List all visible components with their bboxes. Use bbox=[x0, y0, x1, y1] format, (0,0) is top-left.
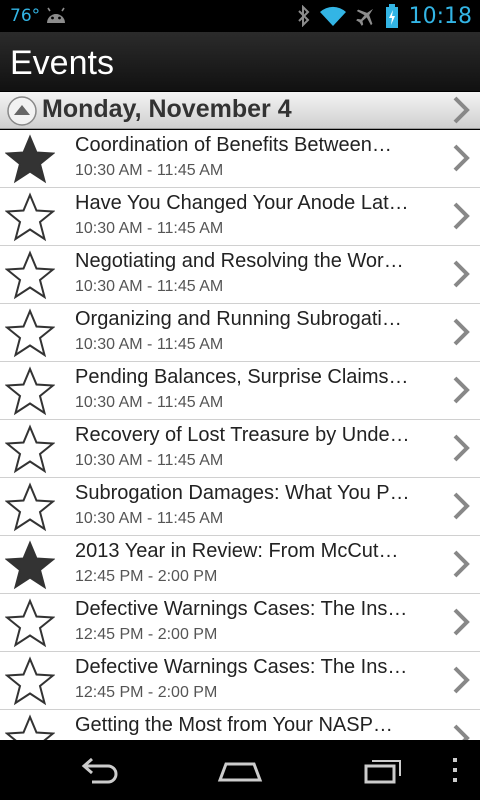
chevron-right-icon bbox=[453, 608, 470, 636]
chevron-right-icon bbox=[453, 202, 470, 230]
home-icon[interactable] bbox=[216, 754, 264, 786]
event-time: 12:45 PM - 2:00 PM bbox=[75, 626, 218, 643]
event-time: 12:45 PM - 2:00 PM bbox=[75, 568, 218, 585]
star-outline-icon[interactable] bbox=[5, 424, 55, 474]
event-row[interactable]: Pending Balances, Surprise Claims… 10:30… bbox=[0, 362, 480, 420]
chevron-right-icon bbox=[453, 318, 470, 346]
chevron-right-icon bbox=[453, 260, 470, 288]
chevron-right-icon bbox=[453, 550, 470, 578]
chevron-right-icon bbox=[453, 666, 470, 694]
event-time: 10:30 AM - 11:45 AM bbox=[75, 278, 224, 295]
page-title: Events bbox=[10, 44, 114, 82]
event-title: Pending Balances, Surprise Claims… bbox=[75, 366, 409, 388]
event-time: 12:45 PM - 2:00 PM bbox=[75, 684, 218, 701]
star-filled-icon[interactable] bbox=[5, 540, 55, 590]
star-outline-icon[interactable] bbox=[5, 656, 55, 706]
event-title: Have You Changed Your Anode Lat… bbox=[75, 192, 409, 214]
star-outline-icon[interactable] bbox=[5, 714, 55, 740]
event-time: 10:30 AM - 11:45 AM bbox=[75, 510, 224, 527]
star-outline-icon[interactable] bbox=[5, 598, 55, 648]
event-title: Negotiating and Resolving the Wor… bbox=[75, 250, 404, 272]
android-icon bbox=[47, 7, 65, 23]
event-title: Defective Warnings Cases: The Ins… bbox=[75, 598, 408, 620]
airplane-mode-icon bbox=[355, 8, 373, 26]
star-outline-icon[interactable] bbox=[5, 308, 55, 358]
chevron-right-icon bbox=[453, 434, 470, 462]
event-title: 2013 Year in Review: From McCut… bbox=[75, 540, 399, 562]
collapse-section-icon[interactable] bbox=[6, 95, 38, 127]
star-outline-icon[interactable] bbox=[5, 482, 55, 532]
event-row[interactable]: Subrogation Damages: What You P… 10:30 A… bbox=[0, 478, 480, 536]
event-row[interactable]: Negotiating and Resolving the Wor… 10:30… bbox=[0, 246, 480, 304]
event-title: Getting the Most from Your NASP… bbox=[75, 714, 393, 736]
section-header-date[interactable]: Monday, November 4 bbox=[0, 92, 480, 129]
event-row[interactable]: 2013 Year in Review: From McCut… 12:45 P… bbox=[0, 536, 480, 594]
event-title: Subrogation Damages: What You P… bbox=[75, 482, 410, 504]
chevron-right-icon bbox=[453, 96, 470, 124]
status-clock: 10:18 bbox=[408, 3, 472, 29]
chevron-right-icon bbox=[453, 492, 470, 520]
wifi-icon bbox=[319, 6, 346, 27]
status-bar: 76° 10:18 bbox=[0, 0, 480, 32]
star-outline-icon[interactable] bbox=[5, 192, 55, 242]
event-row[interactable]: Getting the Most from Your NASP… bbox=[0, 710, 480, 740]
event-time: 10:30 AM - 11:45 AM bbox=[75, 452, 224, 469]
chevron-right-icon bbox=[453, 376, 470, 404]
event-time: 10:30 AM - 11:45 AM bbox=[75, 220, 224, 237]
event-row[interactable]: Defective Warnings Cases: The Ins… 12:45… bbox=[0, 594, 480, 652]
event-row[interactable]: Recovery of Lost Treasure by Unde… 10:30… bbox=[0, 420, 480, 478]
event-title: Coordination of Benefits Between… bbox=[75, 134, 392, 156]
event-row[interactable]: Coordination of Benefits Between… 10:30 … bbox=[0, 130, 480, 188]
event-time: 10:30 AM - 11:45 AM bbox=[75, 162, 224, 179]
action-bar: Events bbox=[0, 32, 480, 92]
section-date-label: Monday, November 4 bbox=[42, 95, 292, 123]
event-title: Defective Warnings Cases: The Ins… bbox=[75, 656, 408, 678]
star-filled-icon[interactable] bbox=[5, 134, 55, 184]
event-title: Recovery of Lost Treasure by Unde… bbox=[75, 424, 410, 446]
event-row[interactable]: Have You Changed Your Anode Lat… 10:30 A… bbox=[0, 188, 480, 246]
chevron-right-icon bbox=[453, 144, 470, 172]
event-list[interactable]: Coordination of Benefits Between… 10:30 … bbox=[0, 130, 480, 740]
bluetooth-icon bbox=[297, 5, 310, 27]
chevron-right-icon bbox=[453, 724, 470, 740]
star-outline-icon[interactable] bbox=[5, 250, 55, 300]
overflow-menu-icon[interactable] bbox=[440, 754, 470, 786]
event-title: Organizing and Running Subrogati… bbox=[75, 308, 402, 330]
event-row[interactable]: Defective Warnings Cases: The Ins… 12:45… bbox=[0, 652, 480, 710]
battery-icon bbox=[385, 4, 398, 28]
recent-apps-icon[interactable] bbox=[356, 754, 404, 786]
back-icon[interactable] bbox=[78, 754, 126, 786]
temperature-label: 76° bbox=[10, 6, 41, 26]
event-row[interactable]: Organizing and Running Subrogati… 10:30 … bbox=[0, 304, 480, 362]
navigation-bar bbox=[0, 740, 480, 800]
star-outline-icon[interactable] bbox=[5, 366, 55, 416]
event-time: 10:30 AM - 11:45 AM bbox=[75, 394, 224, 411]
status-icons: 10:18 bbox=[297, 2, 472, 30]
event-time: 10:30 AM - 11:45 AM bbox=[75, 336, 224, 353]
